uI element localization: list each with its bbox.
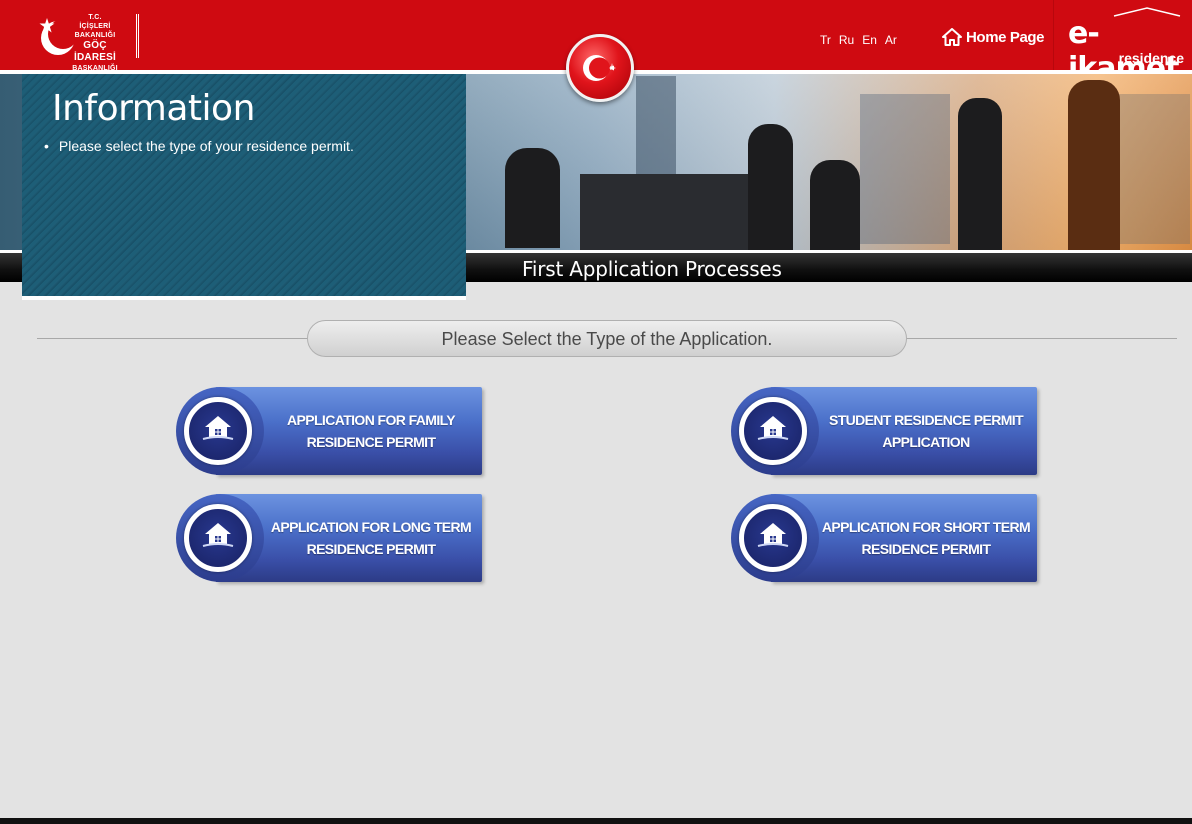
student-residence-permit-button[interactable]: STUDENT RESIDENCE PERMIT APPLICATION bbox=[731, 387, 1037, 475]
button-label-line1: APPLICATION FOR LONG TERM bbox=[270, 519, 472, 535]
information-panel: Information Please select the type of yo… bbox=[22, 74, 466, 300]
turkish-flag-icon bbox=[583, 55, 616, 81]
button-label-line1: APPLICATION FOR SHORT TERM bbox=[821, 519, 1031, 535]
long-term-residence-permit-button[interactable]: APPLICATION FOR LONG TERM RESIDENCE PERM… bbox=[176, 494, 482, 582]
button-label: APPLICATION FOR SHORT TERM RESIDENCE PER… bbox=[819, 494, 1033, 582]
button-label-line2: APPLICATION bbox=[882, 434, 970, 450]
button-label-line2: RESIDENCE PERMIT bbox=[306, 541, 436, 557]
house-icon-circle bbox=[184, 397, 252, 465]
brand-sub-text: residence bbox=[1118, 50, 1184, 66]
button-cap bbox=[731, 494, 819, 582]
information-title: Information bbox=[52, 88, 255, 129]
house-icon-circle bbox=[739, 397, 807, 465]
turkish-flag-badge bbox=[566, 34, 634, 102]
footer-line bbox=[0, 818, 1192, 824]
button-label: STUDENT RESIDENCE PERMIT APPLICATION bbox=[819, 387, 1033, 475]
button-label-line2: RESIDENCE PERMIT bbox=[306, 434, 436, 450]
banner-building-right bbox=[1110, 94, 1190, 244]
banner-silhouette bbox=[810, 160, 860, 250]
lang-ru[interactable]: Ru bbox=[839, 33, 854, 47]
language-switcher: Tr Ru En Ar bbox=[820, 33, 897, 47]
short-term-residence-permit-button[interactable]: APPLICATION FOR SHORT TERM RESIDENCE PER… bbox=[731, 494, 1037, 582]
banner-building bbox=[860, 94, 950, 244]
home-icon bbox=[942, 28, 962, 46]
house-icon-circle bbox=[184, 504, 252, 572]
logo-line-directorate: GÖÇ İDARESİ bbox=[74, 40, 116, 63]
logo-divider bbox=[136, 14, 139, 58]
button-label: APPLICATION FOR FAMILY RESIDENCE PERMIT bbox=[264, 387, 478, 475]
section-heading: Please Select the Type of the Applicatio… bbox=[307, 320, 907, 357]
logo-line-tc: T.C. bbox=[88, 14, 102, 21]
button-cap bbox=[176, 494, 264, 582]
banner-silhouette bbox=[748, 124, 793, 250]
information-list: Please select the type of your residence… bbox=[44, 138, 354, 154]
banner-silhouette bbox=[1068, 80, 1120, 250]
header-separator bbox=[1053, 0, 1054, 70]
button-label-line1: STUDENT RESIDENCE PERMIT bbox=[828, 412, 1024, 428]
button-cap bbox=[731, 387, 819, 475]
button-label: APPLICATION FOR LONG TERM RESIDENCE PERM… bbox=[264, 494, 478, 582]
home-page-label: Home Page bbox=[966, 28, 1045, 46]
banner-silhouette bbox=[505, 148, 560, 248]
home-page-link[interactable]: Home Page bbox=[942, 28, 1045, 46]
process-title: First Application Processes bbox=[522, 257, 782, 281]
house-icon bbox=[757, 523, 789, 547]
lang-ar[interactable]: Ar bbox=[885, 33, 897, 47]
button-label-line2: RESIDENCE PERMIT bbox=[861, 541, 991, 557]
information-item: Please select the type of your residence… bbox=[44, 138, 354, 154]
house-icon bbox=[757, 416, 789, 440]
house-icon bbox=[202, 523, 234, 547]
lang-en[interactable]: En bbox=[862, 33, 877, 47]
button-cap bbox=[176, 387, 264, 475]
lang-tr[interactable]: Tr bbox=[820, 33, 831, 47]
house-icon-circle bbox=[739, 504, 807, 572]
house-icon bbox=[202, 416, 234, 440]
logo-line-ministry: İÇİŞLERİ BAKANLIĞI bbox=[74, 23, 116, 39]
banner-silhouette bbox=[580, 174, 750, 250]
e-ikamet-brand[interactable]: e-ikamet residence bbox=[1068, 7, 1186, 86]
logo-text: T.C. İÇİŞLERİ BAKANLIĞI GÖÇ İDARESİ BAŞK… bbox=[70, 13, 120, 73]
button-label-line1: APPLICATION FOR FAMILY bbox=[286, 412, 456, 428]
banner-silhouette bbox=[958, 98, 1002, 250]
family-residence-permit-button[interactable]: APPLICATION FOR FAMILY RESIDENCE PERMIT bbox=[176, 387, 482, 475]
